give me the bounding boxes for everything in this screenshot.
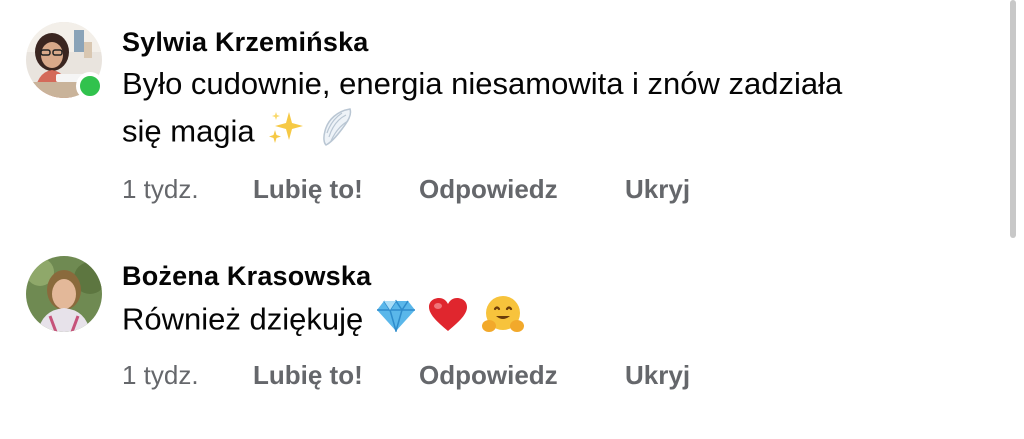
red-heart-emoji xyxy=(428,297,468,346)
wing-emoji xyxy=(320,107,356,160)
hide-button[interactable]: Ukryj xyxy=(625,360,690,391)
avatar[interactable] xyxy=(26,256,102,332)
comment-timestamp[interactable]: 1 tydz. xyxy=(122,360,253,391)
comment-actions: 1 tydz. Lubię to! Odpowiedz Ukryj xyxy=(122,360,690,391)
online-status-dot xyxy=(76,72,104,100)
comments-screen: Sylwia Krzemińska Było cudownie, energia… xyxy=(0,0,1024,439)
comment-timestamp[interactable]: 1 tydz. xyxy=(122,174,253,205)
comment-text-line: Było cudownie, energia niesamowita i znó… xyxy=(122,66,843,101)
comment-text: Również dziękuję xyxy=(122,295,982,348)
comment-actions: 1 tydz. Lubię to! Odpowiedz Ukryj xyxy=(122,174,690,205)
comment-text-line: się magia xyxy=(122,107,982,160)
like-button[interactable]: Lubię to! xyxy=(253,360,419,391)
comment-author[interactable]: Sylwia Krzemińska xyxy=(122,27,369,58)
comment-text-fragment: się magia xyxy=(122,113,255,149)
scrollbar[interactable] xyxy=(1010,0,1016,238)
hide-button[interactable]: Ukryj xyxy=(625,174,690,205)
reply-button[interactable]: Odpowiedz xyxy=(419,360,625,391)
hugging-face-emoji xyxy=(481,295,525,348)
comment-text: Było cudownie, energia niesamowita i znó… xyxy=(122,61,982,160)
sparkles-emoji xyxy=(267,110,307,157)
reply-button[interactable]: Odpowiedz xyxy=(419,174,625,205)
like-button[interactable]: Lubię to! xyxy=(253,174,419,205)
comment-author[interactable]: Bożena Krasowska xyxy=(122,261,371,292)
avatar[interactable] xyxy=(26,22,104,100)
comment-text-fragment: Również dziękuję xyxy=(122,301,364,337)
avatar-photo xyxy=(26,256,102,332)
gem-emoji xyxy=(376,298,416,345)
